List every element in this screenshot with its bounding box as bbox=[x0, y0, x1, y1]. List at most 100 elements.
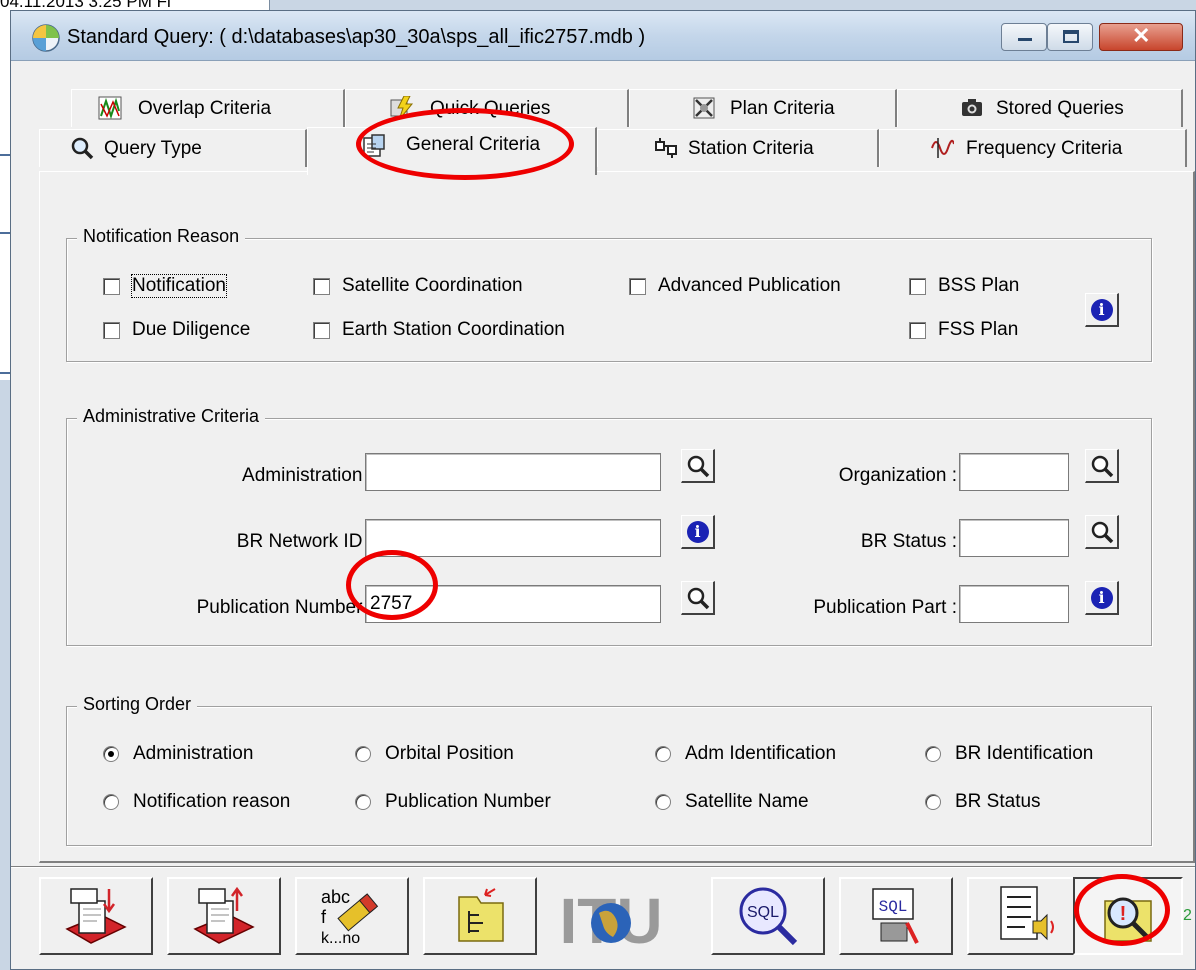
svg-text:!: ! bbox=[1120, 903, 1127, 925]
notification-reason-group: Notification Reason Notification Satelli… bbox=[66, 226, 1152, 362]
checkbox-label: Due Diligence bbox=[132, 319, 251, 340]
organization-input[interactable] bbox=[959, 453, 1069, 491]
checkbox-box[interactable] bbox=[103, 277, 120, 295]
radio-dot[interactable] bbox=[925, 746, 941, 762]
run-query-button[interactable]: ! bbox=[1073, 877, 1183, 955]
tab-overlap-criteria[interactable]: Overlap Criteria bbox=[71, 89, 345, 127]
tab-label: Plan Criteria bbox=[730, 98, 835, 119]
checkbox-box[interactable] bbox=[313, 321, 330, 339]
import-button[interactable] bbox=[39, 877, 153, 955]
search-icon bbox=[1091, 521, 1113, 543]
run-query-icon: ! bbox=[1104, 897, 1152, 942]
tab-stored-queries[interactable]: Stored Queries bbox=[897, 89, 1183, 127]
tab-label: Query Type bbox=[104, 138, 202, 159]
camera-icon bbox=[962, 99, 982, 116]
earth-station-coordination-checkbox[interactable]: Earth Station Coordination bbox=[313, 319, 565, 341]
publication-part-info-button[interactable]: i bbox=[1085, 581, 1119, 615]
close-button[interactable]: ✕ bbox=[1099, 23, 1183, 51]
tab-query-type[interactable]: Query Type bbox=[39, 129, 307, 167]
tree-folder-icon bbox=[458, 888, 504, 942]
sort-br-status-radio[interactable]: BR Status bbox=[925, 791, 1041, 813]
radio-label: Satellite Name bbox=[685, 791, 809, 812]
tab-label: Overlap Criteria bbox=[138, 98, 272, 119]
sort-text-button[interactable]: abc f k...no bbox=[295, 877, 409, 955]
radio-dot[interactable] bbox=[103, 746, 119, 762]
station-icon bbox=[655, 138, 677, 158]
lightning-icon bbox=[390, 96, 414, 120]
sort-publication-number-radio[interactable]: Publication Number bbox=[355, 791, 551, 813]
standard-query-window: Standard Query: ( d:\databases\ap30_30a\… bbox=[10, 10, 1196, 970]
administration-input[interactable] bbox=[365, 453, 661, 491]
sort-br-identification-radio[interactable]: BR Identification bbox=[925, 743, 1093, 765]
group-legend: Administrative Criteria bbox=[77, 406, 266, 427]
export-button[interactable] bbox=[167, 877, 281, 955]
satellite-coordination-checkbox[interactable]: Satellite Coordination bbox=[313, 275, 523, 297]
publication-part-label: Publication Part : bbox=[813, 597, 957, 618]
radio-dot[interactable] bbox=[103, 794, 119, 810]
tree-folder-button[interactable] bbox=[423, 877, 537, 955]
tab-label: Station Criteria bbox=[688, 138, 814, 159]
radio-dot[interactable] bbox=[655, 746, 671, 762]
publication-number-search-button[interactable] bbox=[681, 581, 715, 615]
title-bar[interactable]: Standard Query: ( d:\databases\ap30_30a\… bbox=[11, 11, 1195, 61]
radio-label: Notification reason bbox=[133, 791, 291, 812]
sort-notification-reason-radio[interactable]: Notification reason bbox=[103, 791, 290, 813]
administration-label: Administration : bbox=[242, 465, 373, 486]
export-printer-icon bbox=[193, 886, 255, 944]
due-diligence-checkbox[interactable]: Due Diligence bbox=[103, 319, 250, 341]
info-icon: i bbox=[686, 520, 709, 543]
checkbox-box[interactable] bbox=[103, 321, 120, 339]
bss-plan-checkbox[interactable]: BSS Plan bbox=[909, 275, 1019, 297]
window-title: Standard Query: ( d:\databases\ap30_30a\… bbox=[67, 26, 646, 48]
sort-satellite-name-radio[interactable]: Satellite Name bbox=[655, 791, 809, 813]
br-network-id-info-button[interactable]: i bbox=[681, 515, 715, 549]
radio-dot[interactable] bbox=[355, 794, 371, 810]
radio-label: Publication Number bbox=[385, 791, 551, 812]
notification-checkbox[interactable]: Notification bbox=[103, 274, 227, 298]
br-status-input[interactable] bbox=[959, 519, 1069, 557]
radio-dot[interactable] bbox=[655, 794, 671, 810]
checkbox-box[interactable] bbox=[629, 277, 646, 295]
itu-logo: ITU bbox=[563, 885, 659, 957]
sorting-order-group: Sorting Order Administration Orbital Pos… bbox=[66, 694, 1152, 846]
sql-search-button[interactable]: SQL bbox=[711, 877, 825, 955]
general-criteria-panel: Notification Reason Notification Satelli… bbox=[39, 171, 1195, 863]
notification-info-button[interactable]: i bbox=[1085, 293, 1119, 327]
radio-dot[interactable] bbox=[355, 746, 371, 762]
radio-dot[interactable] bbox=[925, 794, 941, 810]
sort-adm-identification-radio[interactable]: Adm Identification bbox=[655, 743, 836, 765]
organization-search-button[interactable] bbox=[1085, 449, 1119, 483]
radio-label: Orbital Position bbox=[385, 743, 514, 764]
br-network-id-input[interactable] bbox=[365, 519, 661, 557]
fss-plan-checkbox[interactable]: FSS Plan bbox=[909, 319, 1018, 341]
tab-quick-queries[interactable]: Quick Queries bbox=[345, 89, 629, 127]
advanced-publication-checkbox[interactable]: Advanced Publication bbox=[629, 275, 841, 297]
maximize-button[interactable] bbox=[1047, 23, 1093, 51]
br-status-search-button[interactable] bbox=[1085, 515, 1119, 549]
tab-plan-criteria[interactable]: Plan Criteria bbox=[629, 89, 897, 127]
tab-general-criteria[interactable]: General Criteria bbox=[307, 127, 597, 175]
sort-orbital-position-radio[interactable]: Orbital Position bbox=[355, 743, 514, 765]
search-icon bbox=[687, 587, 709, 609]
checkbox-box[interactable] bbox=[909, 277, 926, 295]
minimize-button[interactable] bbox=[1001, 23, 1047, 51]
sort-administration-radio[interactable]: Administration bbox=[103, 743, 253, 765]
sql-tools-button[interactable]: SQL bbox=[839, 877, 953, 955]
report-speaker-icon bbox=[1000, 886, 1054, 941]
search-icon bbox=[687, 455, 709, 477]
checkbox-label: Satellite Coordination bbox=[342, 275, 523, 296]
tab-station-criteria[interactable]: Station Criteria bbox=[597, 129, 879, 167]
tab-label: Quick Queries bbox=[430, 98, 551, 119]
checkbox-box[interactable] bbox=[909, 321, 926, 339]
publication-part-input[interactable] bbox=[959, 585, 1069, 623]
plan-icon bbox=[693, 97, 715, 119]
tab-frequency-criteria[interactable]: Frequency Criteria bbox=[879, 129, 1187, 167]
sql-search-icon: SQL bbox=[739, 887, 798, 946]
radio-label: Adm Identification bbox=[685, 743, 837, 764]
administration-search-button[interactable] bbox=[681, 449, 715, 483]
report-button[interactable] bbox=[967, 877, 1081, 955]
publication-number-input[interactable]: 2757 bbox=[365, 585, 661, 623]
checkbox-box[interactable] bbox=[313, 277, 330, 295]
publication-number-label: Publication Number : bbox=[196, 597, 373, 618]
general-icon bbox=[363, 134, 385, 157]
